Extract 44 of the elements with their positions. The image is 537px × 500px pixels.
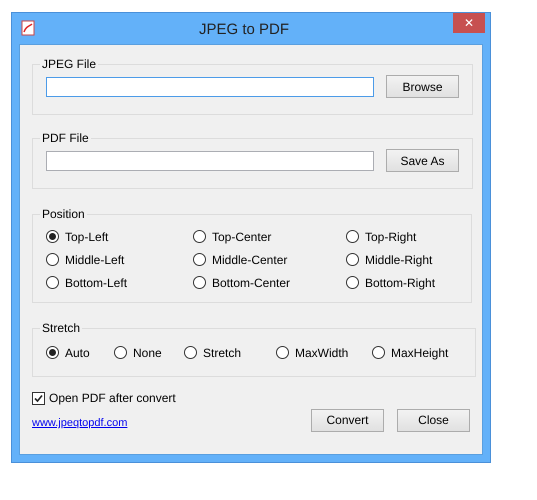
radio-button[interactable] [193, 253, 206, 266]
browse-button[interactable]: Browse [386, 75, 459, 98]
radio-button[interactable] [114, 346, 127, 359]
radio-button[interactable] [184, 346, 197, 359]
convert-button[interactable]: Convert [311, 408, 384, 432]
radio-button[interactable] [46, 346, 59, 359]
radio-option[interactable]: Middle-Center [193, 248, 346, 271]
radio-button[interactable] [46, 253, 59, 266]
radio-option[interactable]: Middle-Right [346, 248, 446, 271]
radio-option[interactable]: Top-Left [46, 225, 193, 248]
document-icon [21, 20, 35, 36]
file-path-field[interactable] [46, 150, 374, 170]
radio-option[interactable]: Bottom-Right [346, 271, 446, 294]
group-label: Stretch [41, 320, 82, 337]
group-label: JPEG File [41, 56, 98, 73]
radio-option[interactable]: Top-Center [193, 225, 346, 248]
radio-option[interactable]: Middle-Left [46, 248, 193, 271]
radio-option[interactable]: Auto [46, 341, 114, 364]
checkbox-option[interactable]: Open PDF after convert [32, 389, 176, 407]
radio-button[interactable] [372, 346, 385, 359]
radio-button[interactable] [193, 276, 206, 289]
radio-button[interactable] [276, 346, 289, 359]
radio-button[interactable] [346, 253, 359, 266]
window-title: JPEG to PDF [198, 20, 290, 40]
close-icon[interactable]: ✕ [453, 13, 485, 33]
group-label: Position [41, 206, 86, 223]
radio-option[interactable]: MaxWidth [276, 341, 372, 364]
radio-option[interactable]: Top-Right [346, 225, 446, 248]
checkbox[interactable] [32, 392, 45, 404]
website-link[interactable]: www.jpeqtopdf.com [32, 415, 176, 432]
radio-button[interactable] [193, 230, 206, 243]
radio-button[interactable] [46, 230, 59, 243]
radio-button[interactable] [46, 276, 59, 289]
save-as-button[interactable]: Save As [386, 149, 459, 172]
group-label: PDF File [41, 130, 90, 147]
radio-option[interactable]: Bottom-Left [46, 271, 193, 294]
radio-option[interactable]: None [114, 341, 184, 364]
file-path-field[interactable] [46, 76, 374, 96]
radio-option[interactable]: Stretch [184, 341, 276, 364]
radio-button[interactable] [346, 276, 359, 289]
radio-button[interactable] [346, 230, 359, 243]
radio-option[interactable]: Bottom-Center [193, 271, 346, 294]
radio-option[interactable]: MaxHeight [372, 341, 462, 364]
close-button[interactable]: Close [397, 408, 470, 432]
